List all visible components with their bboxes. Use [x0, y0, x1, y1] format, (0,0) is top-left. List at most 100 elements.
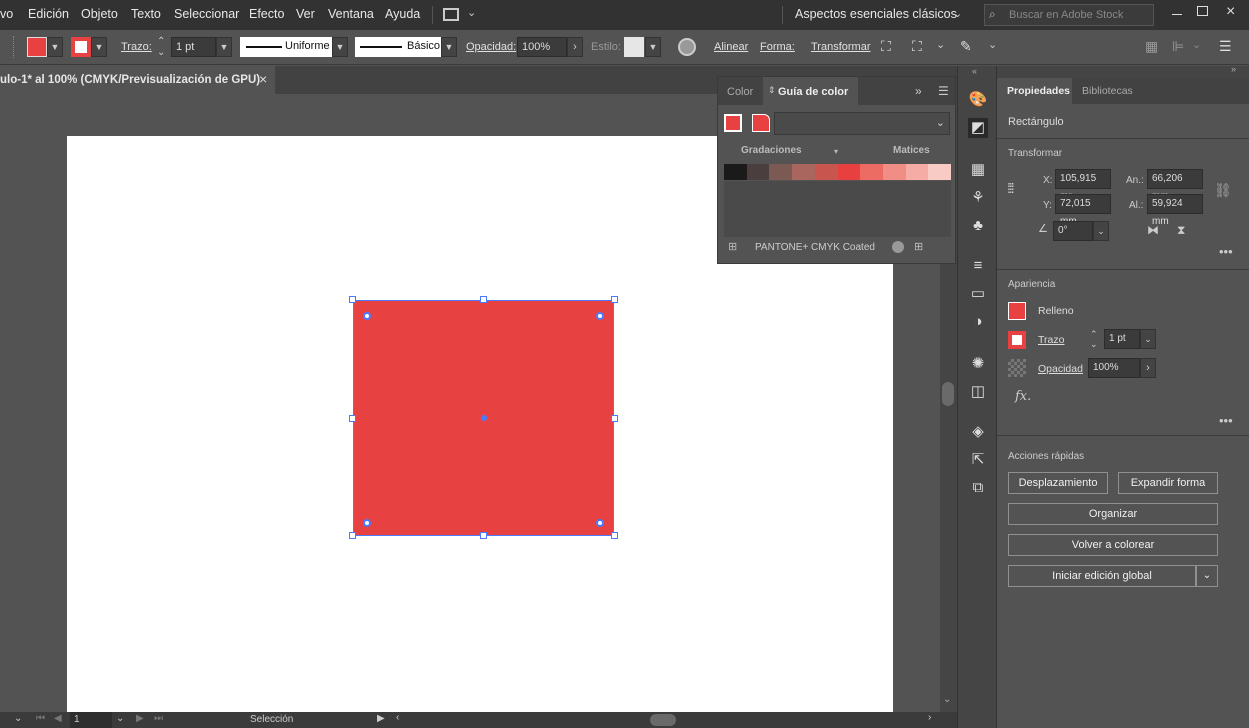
select-similar-icon[interactable]: ⛶ [912, 38, 922, 55]
restore-icon[interactable] [1197, 6, 1208, 16]
brush-tool-icon[interactable]: ✎ [960, 38, 972, 55]
swatch-0[interactable] [724, 164, 747, 180]
chevron-down-icon[interactable]: ▼ [332, 37, 348, 57]
swatch-6[interactable] [860, 164, 883, 180]
expand-icon[interactable]: » [1231, 64, 1236, 74]
recolor-button[interactable]: Volver a colorear [1008, 534, 1218, 556]
swatch-1[interactable] [746, 164, 770, 180]
x-field[interactable]: 105,915 mr [1055, 169, 1111, 202]
chevron-down-icon[interactable]: ▼ [645, 37, 661, 57]
stroke-swatch[interactable] [71, 37, 91, 57]
isolate-icon[interactable]: ⛶ [881, 38, 891, 55]
stepper-icon[interactable]: ⌃ ⌄ [157, 36, 165, 58]
gradient-icon[interactable]: ▭ [968, 284, 988, 304]
arrange-icon[interactable]: ▦ [1145, 38, 1158, 55]
export-icon[interactable]: ⇱ [968, 450, 988, 470]
transform-link[interactable]: Transformar [811, 41, 871, 53]
document-tab[interactable]: ulo-1* al 100% (CMYK/Previsualización de… [0, 66, 275, 94]
stroke-label[interactable]: Trazo: [121, 41, 152, 53]
menu-file[interactable]: vo [0, 7, 13, 21]
stock-search-field[interactable]: ⌕ Buscar en Adobe Stock [984, 4, 1154, 26]
close-tab-icon[interactable]: × [259, 71, 267, 87]
stroke-icon[interactable]: ≡ [968, 256, 988, 276]
status-menu-icon[interactable]: ▶ [377, 713, 385, 724]
flip-horizontal-icon[interactable]: ⧓ [1147, 223, 1159, 237]
resize-handle-nw[interactable] [349, 296, 356, 303]
workspace-switcher[interactable]: Aspectos esenciales clásicos [795, 7, 957, 21]
reference-point-icon[interactable]: ⁞⁞⁞ [1007, 180, 1015, 196]
tab-libraries[interactable]: Bibliotecas [1082, 85, 1133, 97]
artboard-number-field[interactable]: 1 [70, 712, 112, 728]
resize-handle-se[interactable] [611, 532, 618, 539]
resize-handle-w[interactable] [349, 415, 356, 422]
panel-menu-icon[interactable]: ☰ [1219, 38, 1232, 55]
more-options-icon[interactable]: ••• [1219, 244, 1233, 259]
expand-shape-button[interactable]: Expandir forma [1118, 472, 1218, 494]
stroke-weight-field[interactable]: 1 pt [171, 37, 216, 57]
layers-icon[interactable]: ◈ [968, 422, 988, 442]
fill-swatch[interactable] [1008, 302, 1026, 320]
chevron-down-icon[interactable]: ▼ [441, 37, 457, 57]
last-artboard-icon[interactable]: ⏭ [154, 713, 163, 724]
tab-color-guide[interactable]: ⇕ Guía de color [763, 77, 858, 105]
swatches-icon[interactable]: ▦ [968, 160, 988, 180]
color-guide-icon[interactable]: ◩ [968, 118, 988, 138]
symbols-icon[interactable]: ♣ [968, 216, 988, 236]
tab-properties[interactable]: Propiedades [997, 78, 1072, 104]
collapse-icon[interactable]: « [972, 66, 977, 76]
menu-select[interactable]: Seleccionar [174, 7, 239, 21]
chevron-down-icon[interactable]: ⌄ [936, 38, 945, 51]
resize-handle-e[interactable] [611, 415, 618, 422]
edit-colors-icon[interactable] [892, 241, 904, 253]
chevron-right-icon[interactable]: › [1140, 358, 1156, 378]
chevron-down-icon[interactable]: ▼ [91, 37, 107, 57]
appearance-icon[interactable]: ✺ [968, 354, 988, 374]
corner-widget-se[interactable] [596, 519, 604, 527]
menu-window[interactable]: Ventana [328, 7, 374, 21]
corner-widget-sw[interactable] [363, 519, 371, 527]
brush-select[interactable]: Básico [355, 37, 441, 57]
shape-link[interactable]: Forma: [760, 41, 795, 53]
constrain-proportions-icon[interactable]: ⛓ [1214, 182, 1232, 199]
stroke-swatch[interactable] [1008, 331, 1026, 349]
stepper-icon[interactable]: ⌃ ⌄ [1090, 329, 1098, 349]
chevron-down-icon[interactable]: ⌄ [953, 7, 962, 20]
color-icon[interactable]: 🎨 [968, 90, 988, 110]
harmony-rules-select[interactable]: ⌄ [774, 112, 950, 135]
next-artboard-icon[interactable]: ▶ [136, 713, 144, 724]
swatch-7[interactable] [882, 164, 906, 180]
scroll-right-icon[interactable]: › [928, 712, 931, 723]
chevron-down-icon[interactable]: ⌄ [943, 694, 951, 705]
resize-handle-ne[interactable] [611, 296, 618, 303]
effects-icon[interactable]: fx. [1015, 389, 1031, 404]
swatch-9[interactable] [928, 164, 952, 180]
style-swatch[interactable] [624, 37, 644, 57]
stroke-profile-select[interactable]: Uniforme [240, 37, 332, 57]
height-field[interactable]: 59,924 mm [1147, 194, 1203, 227]
minimize-icon[interactable] [1172, 14, 1182, 15]
scroll-left-icon[interactable]: ‹ [396, 712, 399, 723]
resize-handle-s[interactable] [480, 532, 487, 539]
arrange-button[interactable]: Organizar [1008, 503, 1218, 525]
swatch-library-icon[interactable]: ⊞ [728, 240, 737, 253]
harmony-swatch[interactable] [752, 114, 770, 132]
opacity-label[interactable]: Opacidad [1038, 363, 1083, 375]
tab-color[interactable]: Color [727, 86, 753, 98]
menu-help[interactable]: Ayuda [385, 7, 420, 21]
flip-vertical-icon[interactable]: ⧗ [1177, 223, 1185, 238]
angle-field[interactable]: 0° [1053, 221, 1093, 241]
chevron-down-icon[interactable]: ⌄ [467, 6, 476, 19]
panel-menu-icon[interactable]: ☰ [938, 84, 949, 98]
swatch-3[interactable] [792, 164, 815, 180]
fill-label[interactable]: Relleno [1038, 305, 1074, 317]
align-link[interactable]: Alinear [714, 41, 748, 53]
graphic-styles-icon[interactable]: ◫ [968, 382, 988, 402]
stroke-weight-field[interactable]: 1 pt [1104, 329, 1140, 349]
scroll-thumb[interactable] [942, 382, 954, 406]
menu-type[interactable]: Texto [131, 7, 161, 21]
chevron-down-icon[interactable]: ⌄ [1192, 38, 1201, 51]
resize-handle-sw[interactable] [349, 532, 356, 539]
close-window-icon[interactable]: × [1226, 3, 1235, 21]
chevron-down-icon[interactable]: ▾ [834, 147, 838, 156]
fill-swatch[interactable] [27, 37, 47, 57]
